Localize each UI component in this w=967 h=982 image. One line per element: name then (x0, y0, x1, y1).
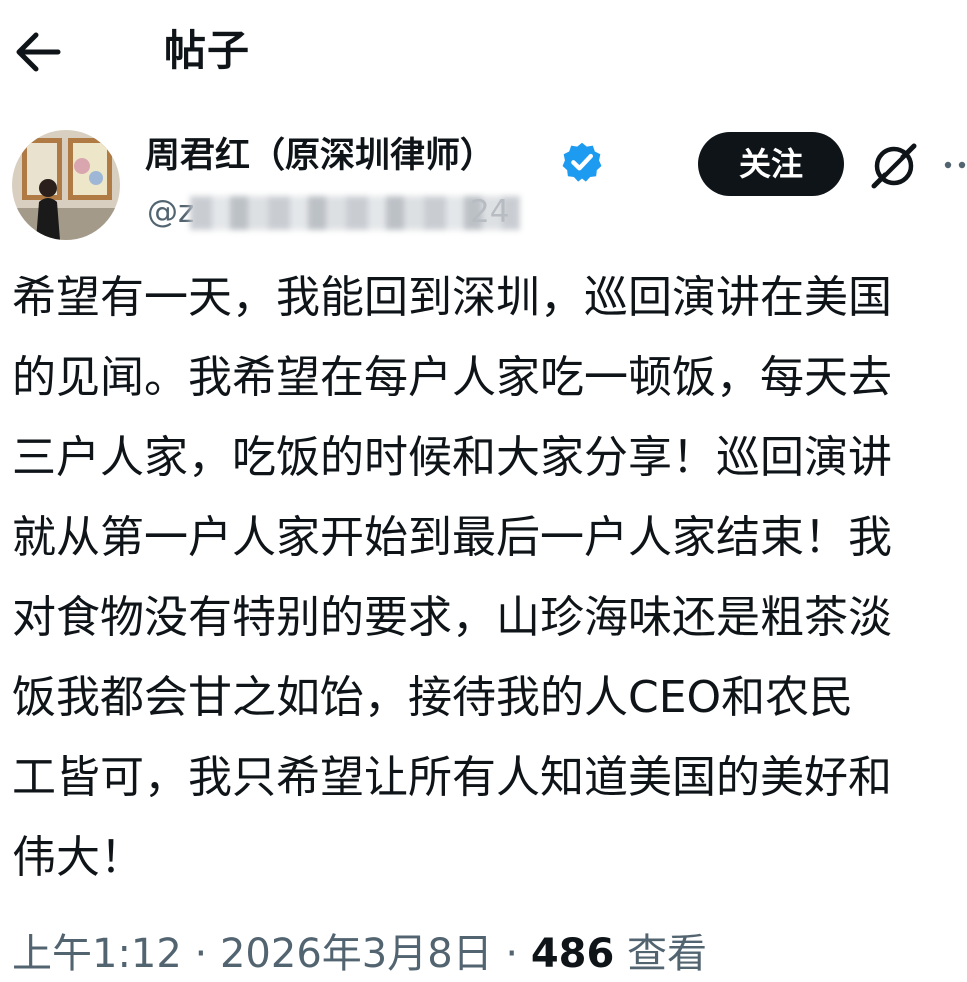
author-handle[interactable]: @z (147, 190, 194, 234)
follow-button[interactable]: 关注 (698, 132, 844, 196)
back-arrow-icon[interactable] (14, 30, 62, 74)
verified-badge-icon (562, 142, 602, 182)
page-title: 帖子 (164, 26, 251, 75)
grok-icon[interactable] (866, 138, 922, 194)
top-bar: 帖子 (0, 0, 967, 110)
post-timestamp[interactable]: 上午1:12 · 2026年3月8日 · (12, 931, 531, 977)
post-metadata: 上午1:12 · 2026年3月8日 · 486 查看 (12, 926, 707, 982)
author-handle-suffix: 24 (470, 194, 510, 230)
post-view-count: 486 (530, 931, 615, 977)
author-display-name[interactable]: 周君红（原深圳律师） (145, 132, 495, 180)
avatar[interactable] (12, 130, 120, 240)
more-icon[interactable] (942, 150, 967, 180)
post-views-label: 查看 (614, 931, 708, 977)
post-text: 希望有一天，我能回到深圳，巡回演讲在美国 的见闻。我希望在每户人家吃一顿饭，每天… (12, 272, 892, 883)
